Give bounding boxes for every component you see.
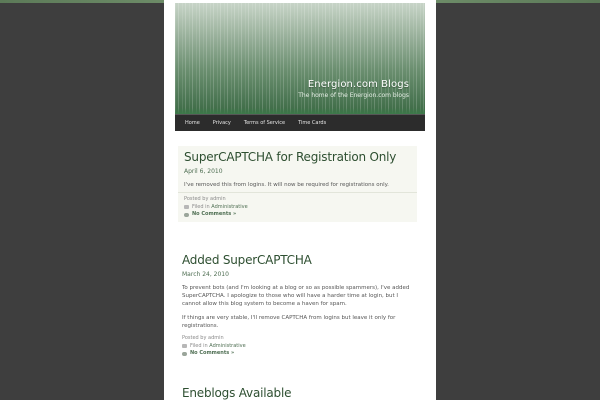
post-supercaptcha-registration: SuperCAPTCHA for Registration Only April… [178,146,417,222]
site-tagline: The home of the Energion.com blogs [298,92,409,99]
comments-link[interactable]: No Comments » [190,350,234,358]
nav-item-time-cards[interactable]: Time Cards [298,120,326,126]
post-body: I've removed this from logins. It will n… [184,181,411,189]
comments-link[interactable]: No Comments » [192,211,236,219]
folder-icon [182,344,187,349]
post-eneblogs-available: Eneblogs Available [182,386,414,400]
filed-in-label: Filed in [192,203,210,210]
nav-item-privacy[interactable]: Privacy [213,120,231,126]
comments: No Comments » [184,211,411,219]
category-link[interactable]: Administrative [209,343,245,351]
post-paragraph: If things are very stable, I'll remove C… [182,315,396,329]
posted-by: Posted by admin [184,196,411,204]
posted-by-text: Posted by admin [184,196,226,202]
posted-by: Posted by admin [182,335,414,343]
posted-by-text: Posted by admin [182,335,224,341]
post-date: March 24, 2010 [182,271,229,278]
post-body: To prevent bots (and I'm looking at a bl… [182,284,414,330]
folder-icon [184,205,189,210]
filed-in: Filed in Administrative [184,204,411,212]
comments: No Comments » [182,350,414,358]
post-meta: Posted by admin Filed in Administrative … [178,192,417,222]
main-nav: Home Privacy Terms of Service Time Cards [175,114,425,131]
post-title[interactable]: SuperCAPTCHA for Registration Only [184,150,411,164]
filed-in: Filed in Administrative [182,343,414,351]
filed-in-label: Filed in [190,342,208,349]
post-title[interactable]: Eneblogs Available [182,386,414,400]
post-paragraph: I've removed this from logins. It will n… [184,182,389,188]
post-added-supercaptcha: Added SuperCAPTCHA March 24, 2010 To pre… [182,253,414,358]
post-title[interactable]: Added SuperCAPTCHA [182,253,414,267]
post-date: April 6, 2010 [184,168,223,175]
comment-icon [184,212,189,217]
nav-item-home[interactable]: Home [185,120,200,126]
nav-item-terms[interactable]: Terms of Service [244,120,285,126]
post-paragraph: To prevent bots (and I'm looking at a bl… [182,285,410,307]
site-header: Energion.com Blogs The home of the Energ… [175,3,425,114]
post-meta: Posted by admin Filed in Administrative … [182,335,414,358]
site-title[interactable]: Energion.com Blogs [308,79,409,90]
category-link[interactable]: Administrative [211,204,247,212]
comment-icon [182,351,187,356]
